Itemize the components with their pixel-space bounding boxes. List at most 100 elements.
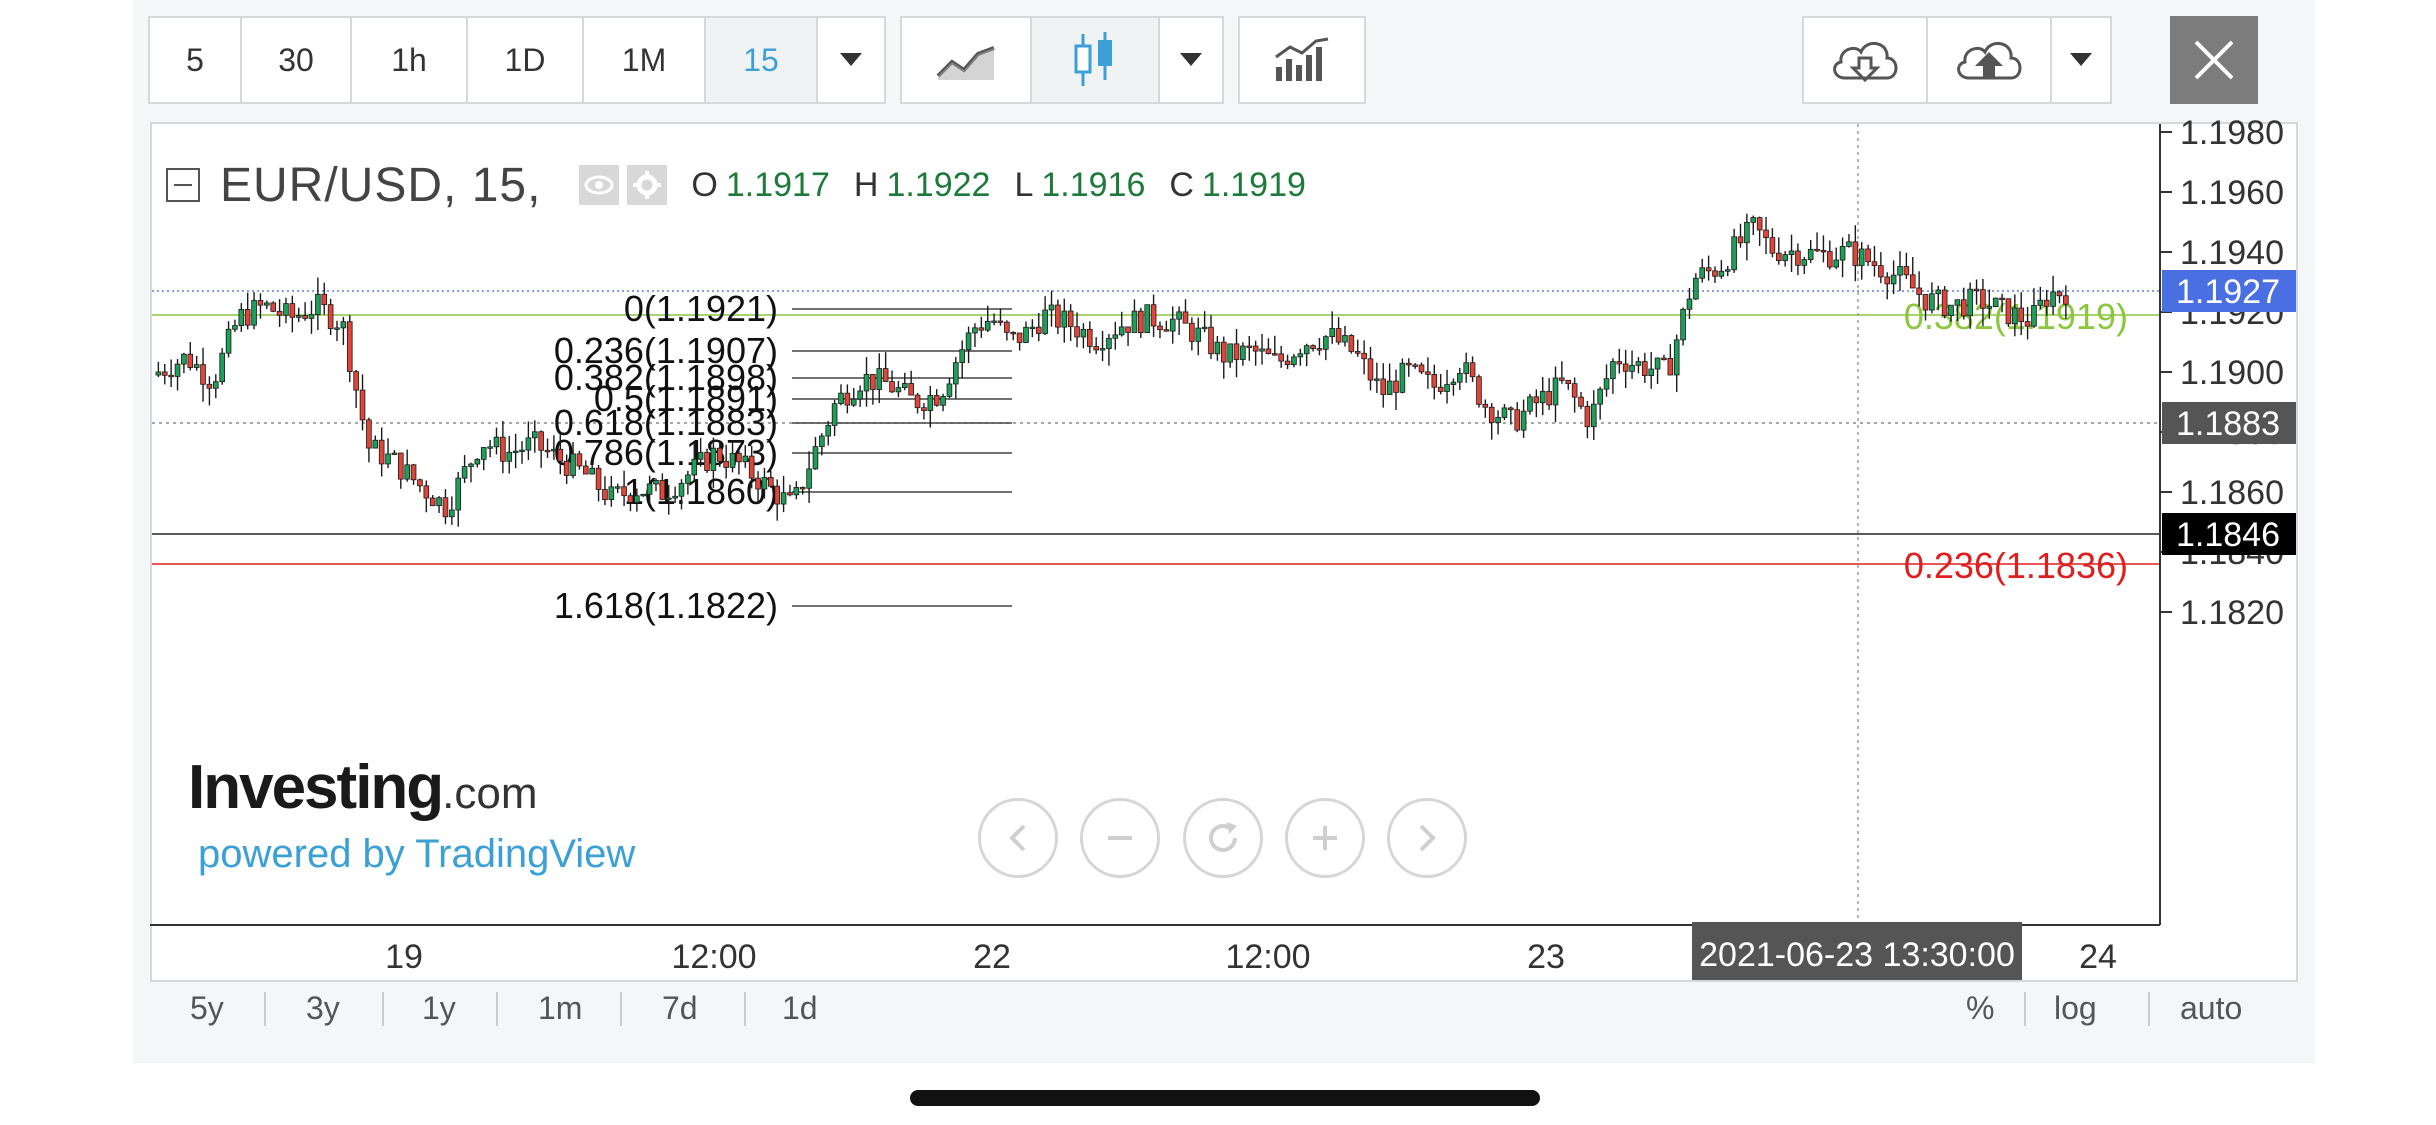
candle-body: [1157, 325, 1163, 331]
candle-body: [780, 492, 787, 505]
zoom-out-button[interactable]: [1080, 798, 1160, 878]
candle-body: [1635, 361, 1642, 366]
candle-body: [1610, 361, 1616, 380]
candle-body: [1718, 270, 1725, 277]
candle-body: [487, 446, 493, 449]
candle-body: [1074, 326, 1080, 338]
range-3y-button[interactable]: 3y: [306, 982, 340, 1034]
candle-body: [1189, 322, 1195, 342]
candle-body: [366, 419, 372, 449]
range-1d-button[interactable]: 1d: [782, 982, 818, 1034]
series-settings-button[interactable]: [627, 165, 668, 205]
candle-body: [1086, 328, 1093, 347]
candle-body: [755, 477, 761, 490]
candle-body: [1291, 356, 1297, 365]
candle-body: [1916, 287, 1922, 295]
candle-body: [627, 495, 634, 503]
candle-body: [1941, 289, 1948, 316]
investing-watermark: Investing.com powered by TradingView: [188, 752, 635, 876]
candle-body: [2037, 299, 2044, 306]
candle-body: [1782, 254, 1788, 262]
home-indicator: [910, 1090, 1540, 1106]
candle-body: [1909, 274, 1916, 289]
collapse-legend-button[interactable]: [166, 168, 200, 202]
candle-body: [423, 485, 430, 499]
percent-scale-button[interactable]: %: [1966, 982, 1994, 1034]
candle-body: [525, 437, 532, 451]
candle-body: [1960, 299, 1967, 317]
zoom-in-button[interactable]: [1285, 798, 1365, 878]
candle-body: [634, 495, 640, 503]
candle-body: [283, 303, 289, 316]
price-tick-label-1: 1.1960: [2180, 174, 2284, 212]
candle-body: [1016, 332, 1023, 343]
candle-body: [991, 320, 997, 323]
fib-label-7: 1.618(1.1822): [554, 585, 778, 626]
candle-body: [1705, 267, 1712, 272]
candle-body: [583, 465, 589, 475]
candle-body: [1967, 288, 1973, 317]
candle-body: [857, 390, 863, 400]
visibility-toggle[interactable]: [579, 165, 620, 205]
candle-body: [1265, 348, 1272, 355]
candle-body: [2031, 304, 2037, 327]
candle-body: [1252, 345, 1259, 352]
candle-body: [1533, 396, 1540, 404]
candle-body: [1999, 297, 2005, 301]
candle-body: [1284, 360, 1291, 365]
scroll-left-button[interactable]: [978, 798, 1058, 878]
candle-body: [1980, 289, 1986, 309]
powered-by-link[interactable]: powered by TradingView: [198, 832, 635, 877]
candle-body: [1750, 217, 1757, 223]
candle-body: [1271, 353, 1278, 356]
candle-body: [978, 327, 985, 331]
candle-body: [200, 364, 206, 385]
range-7d-button[interactable]: 7d: [662, 982, 698, 1034]
candle-body: [321, 293, 328, 306]
candles-group: [155, 213, 2069, 527]
range-1y-button[interactable]: 1y: [422, 982, 456, 1034]
candle-body: [1297, 353, 1304, 358]
candle-body: [251, 300, 257, 326]
fib-label-0: 0(1.1921): [624, 288, 778, 329]
fib-right-label-1: 0.236(1.1836): [1904, 545, 2128, 586]
candle-body: [1846, 241, 1852, 247]
candle-body: [563, 460, 570, 476]
candle-body: [161, 371, 168, 376]
auto-scale-button[interactable]: auto: [2180, 982, 2242, 1034]
candle-body: [1208, 326, 1214, 355]
scroll-right-button[interactable]: [1387, 798, 1467, 878]
crosshair-time-label: 2021-06-23 13:30:00: [1699, 936, 2015, 974]
reset-chart-button[interactable]: [1183, 798, 1263, 878]
candle-body: [940, 395, 946, 406]
candle-body: [614, 486, 621, 489]
candle-body: [997, 320, 1004, 323]
candle-body: [1539, 390, 1546, 404]
candle-body: [799, 487, 806, 490]
candle-body: [206, 383, 213, 389]
range-5y-button[interactable]: 5y: [190, 982, 224, 1034]
candle-body: [1029, 326, 1036, 330]
candle-body: [1935, 289, 1942, 295]
candle-body: [704, 452, 710, 471]
candle-body: [2012, 307, 2018, 325]
candle-body: [1514, 409, 1521, 431]
candle-body: [748, 455, 755, 479]
candle-body: [506, 451, 513, 462]
plus-icon: [1313, 826, 1337, 850]
candle-body: [238, 308, 245, 327]
candle-body: [959, 349, 966, 364]
candle-body: [1182, 311, 1189, 324]
candle-body: [219, 352, 225, 383]
candle-body: [1380, 378, 1387, 395]
candle-body: [1763, 229, 1769, 239]
range-1m-button[interactable]: 1m: [538, 982, 582, 1034]
close-label: C: [1169, 165, 1194, 204]
time-tick-label-0: 19: [385, 938, 423, 976]
candle-body: [500, 436, 506, 462]
candle-body: [1004, 321, 1010, 333]
candle-body: [602, 489, 608, 501]
log-scale-button[interactable]: log: [2054, 982, 2097, 1034]
candle-body: [1444, 384, 1450, 392]
candle-body: [863, 374, 870, 392]
